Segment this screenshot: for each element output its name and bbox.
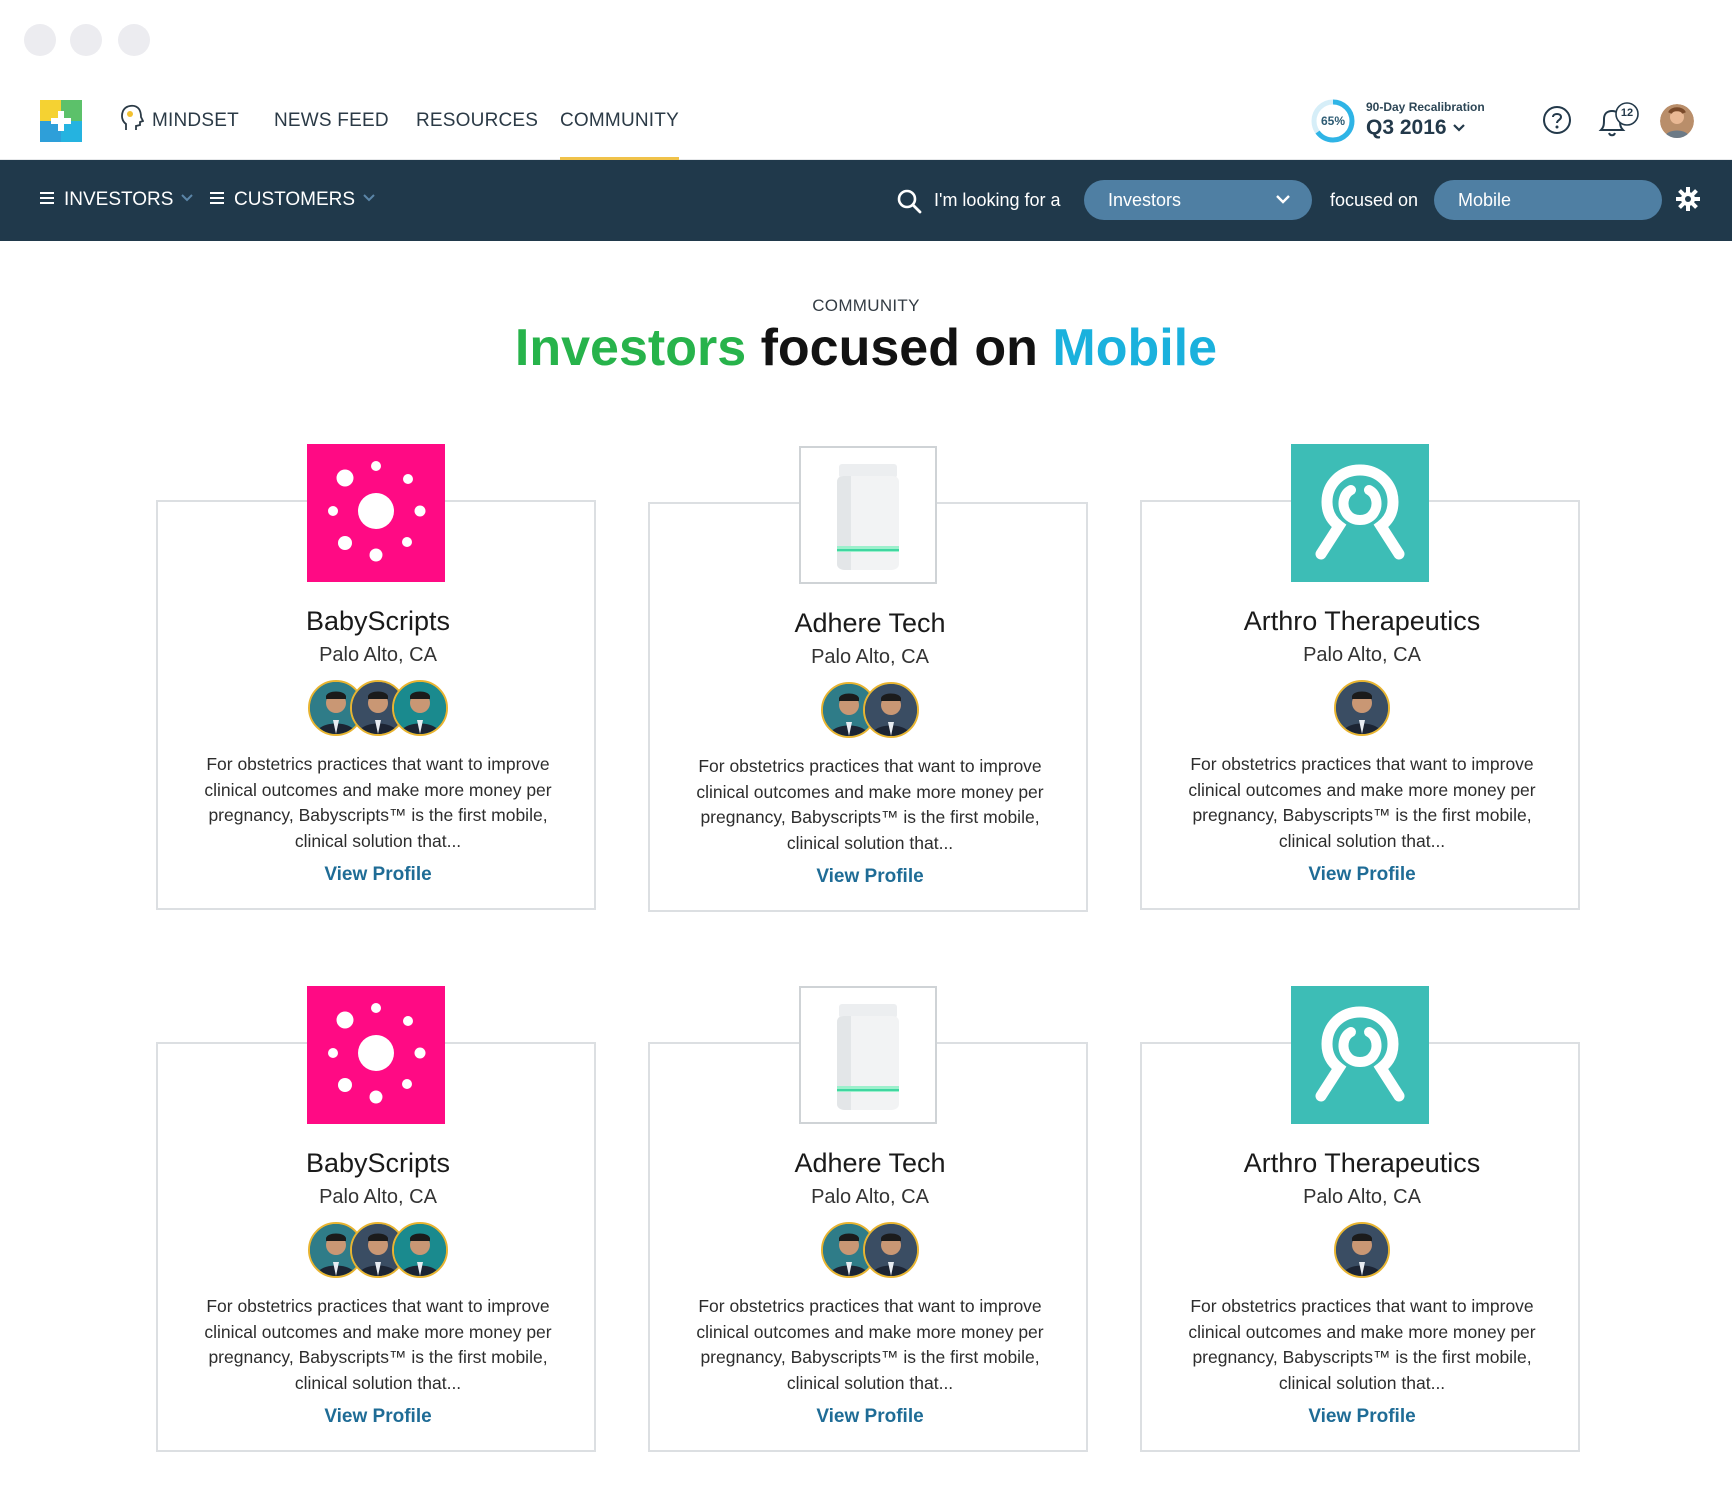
view-profile-link[interactable]: View Profile — [650, 1406, 1090, 1428]
app-logo[interactable] — [40, 100, 82, 142]
company-name: Arthro Therapeutics — [1243, 1148, 1481, 1178]
arthro-logo-icon[interactable] — [1291, 986, 1429, 1124]
chevron-down-icon — [1452, 124, 1465, 133]
hamburger-icon — [40, 192, 54, 205]
investors-menu[interactable]: INVESTORS — [40, 189, 194, 211]
arthro-logo-icon[interactable] — [1291, 444, 1429, 582]
investor-avatar[interactable] — [863, 1222, 919, 1278]
title-segment-mobile: Mobile — [1052, 319, 1218, 377]
window-minimize-dot[interactable] — [70, 24, 102, 56]
customers-menu[interactable]: CUSTOMERS — [210, 189, 375, 211]
view-profile-link[interactable]: View Profile — [650, 866, 1090, 888]
title-segment-investors: Investors — [514, 319, 747, 377]
user-avatar[interactable] — [1660, 104, 1694, 138]
company-description: For obstetrics practices that want to im… — [204, 1296, 552, 1393]
babyscripts-logo-icon[interactable] — [307, 444, 445, 582]
company-location: Palo Alto, CA — [1303, 644, 1421, 666]
page-title: Investors focused on Mobile — [0, 318, 1732, 378]
babyscripts-logo-icon[interactable] — [307, 986, 445, 1124]
investor-avatars — [650, 1222, 1090, 1280]
chevron-down-icon — [181, 194, 194, 202]
focused-on-label: focused on — [1330, 190, 1419, 210]
looking-for-label: I'm looking for a — [934, 190, 1061, 210]
company-description: For obstetrics practices that want to im… — [204, 754, 552, 851]
nav-resources[interactable]: RESOURCES — [416, 110, 538, 160]
nav-mindset[interactable]: MINDSET — [120, 104, 239, 160]
search-icon[interactable] — [896, 188, 922, 214]
investor-avatars — [158, 1222, 598, 1280]
company-description: For obstetrics practices that want to im… — [1188, 1296, 1536, 1393]
progress-percent: 65% — [1320, 114, 1346, 128]
page-eyebrow: COMMUNITY — [812, 296, 920, 315]
investor-avatar[interactable] — [1334, 1222, 1390, 1278]
window-chrome — [0, 0, 1732, 80]
nav-community[interactable]: COMMUNITY — [560, 110, 679, 160]
investor-avatars — [158, 680, 598, 738]
investors-menu-label: INVESTORS — [64, 189, 174, 210]
view-profile-link[interactable]: View Profile — [1142, 864, 1582, 886]
investor-avatars — [650, 682, 1090, 740]
window-maximize-dot[interactable] — [118, 24, 150, 56]
recalibration-period: Q3 2016 — [1366, 116, 1447, 139]
investor-avatar[interactable] — [863, 682, 919, 738]
company-location: Palo Alto, CA — [811, 1186, 929, 1208]
investor-avatar[interactable] — [1334, 680, 1390, 736]
help-icon[interactable] — [1542, 105, 1572, 135]
recalibration-label: 90-Day Recalibration — [1366, 100, 1485, 114]
notifications-button[interactable]: 12 — [1596, 102, 1640, 138]
company-name: Arthro Therapeutics — [1243, 606, 1481, 636]
company-description: For obstetrics practices that want to im… — [696, 1296, 1044, 1393]
view-profile-link[interactable]: View Profile — [158, 1406, 598, 1428]
window-close-dot[interactable] — [24, 24, 56, 56]
head-mind-icon — [121, 104, 144, 130]
pill-bottle-logo-icon[interactable] — [799, 986, 937, 1124]
looking-for-value: Investors — [1108, 190, 1182, 210]
nav-news-feed[interactable]: NEWS FEED — [274, 110, 389, 160]
chevron-down-icon — [1276, 195, 1290, 204]
looking-for-select[interactable]: Investors — [1084, 180, 1312, 220]
company-name: Adhere Tech — [794, 608, 946, 638]
view-profile-link[interactable]: View Profile — [1142, 1406, 1582, 1428]
focused-on-value: Mobile — [1458, 190, 1512, 210]
customers-menu-label: CUSTOMERS — [234, 189, 356, 210]
pill-bottle-logo-icon[interactable] — [799, 446, 937, 584]
company-location: Palo Alto, CA — [1303, 1186, 1421, 1208]
search-bar: INVESTORS CUSTOMERS I'm looking for a In… — [0, 160, 1732, 241]
investor-avatar[interactable] — [392, 680, 448, 736]
company-location: Palo Alto, CA — [319, 644, 437, 666]
focused-on-input[interactable]: Mobile — [1434, 180, 1662, 220]
company-name: Adhere Tech — [794, 1148, 946, 1178]
top-navigation: MINDSET NEWS FEED RESOURCES COMMUNITY 65… — [0, 80, 1732, 160]
title-segment-focused-on: focused on — [760, 319, 1038, 377]
company-name: BabyScripts — [305, 606, 451, 636]
investor-avatars — [1142, 680, 1582, 738]
chevron-down-icon — [363, 194, 375, 202]
company-description: For obstetrics practices that want to im… — [1188, 754, 1536, 851]
hamburger-icon — [210, 192, 224, 205]
nav-mindset-label: MINDSET — [152, 110, 239, 132]
investor-avatars — [1142, 1222, 1582, 1280]
company-location: Palo Alto, CA — [319, 1186, 437, 1208]
company-name: BabyScripts — [305, 1148, 451, 1178]
investor-avatar[interactable] — [392, 1222, 448, 1278]
company-location: Palo Alto, CA — [811, 646, 929, 668]
company-description: For obstetrics practices that want to im… — [696, 756, 1044, 853]
view-profile-link[interactable]: View Profile — [158, 864, 598, 886]
notification-count-badge: 12 — [1620, 107, 1634, 119]
gear-icon[interactable] — [1676, 187, 1700, 211]
recalibration-period-select[interactable]: Q3 2016 — [1366, 116, 1465, 140]
